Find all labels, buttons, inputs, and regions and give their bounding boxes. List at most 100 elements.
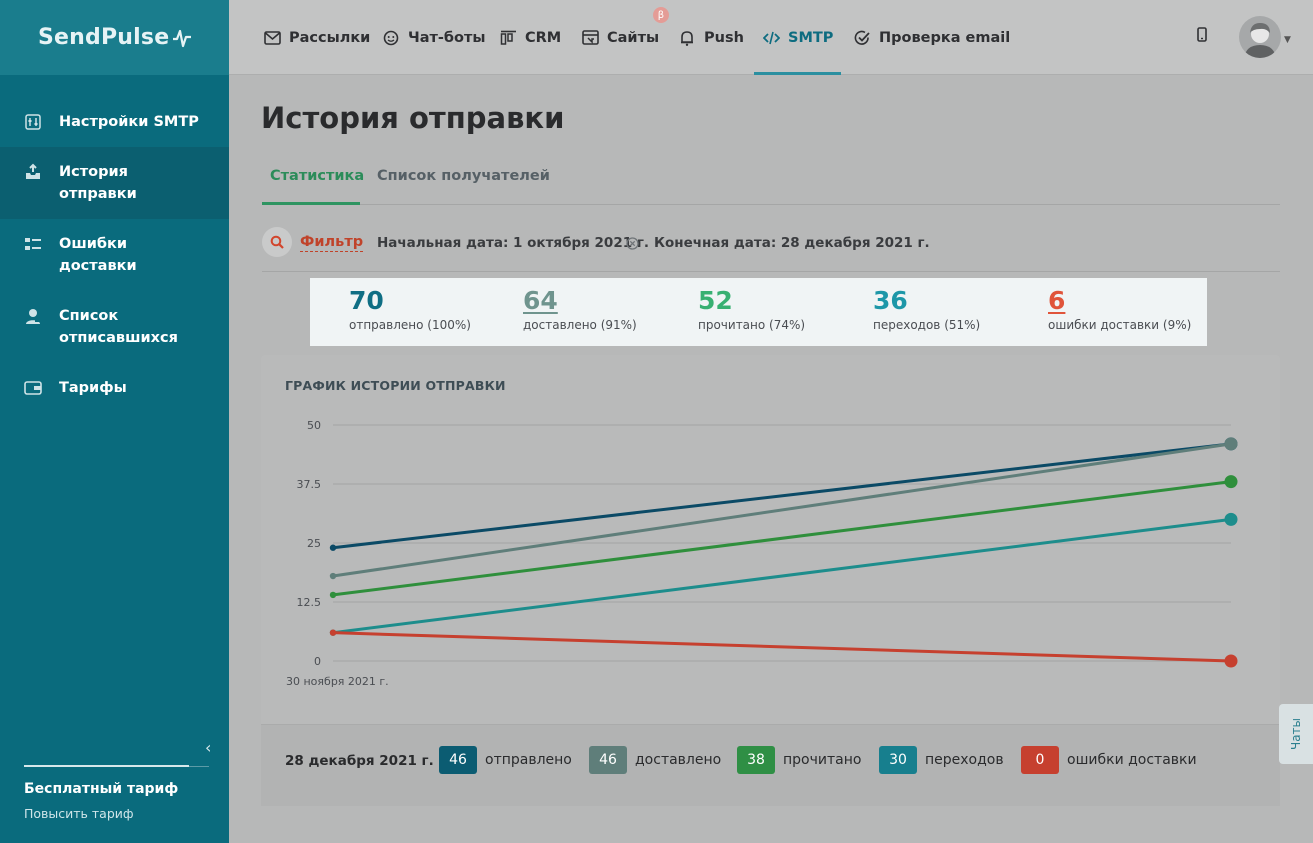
stat-value: 70 [349, 286, 384, 315]
search-icon [270, 235, 284, 249]
start-date: Начальная дата: 1 октября 2021 г. [377, 235, 649, 251]
sidebar-nav: Настройки SMTP История отправки Ошибки д… [0, 97, 229, 413]
nav-smtp[interactable]: SMTP [753, 0, 842, 75]
nav-label: Чат-боты [408, 29, 486, 46]
error-list-icon [24, 235, 42, 253]
user-avatar[interactable] [1239, 16, 1281, 58]
nav-sites[interactable]: Сайты [581, 0, 659, 75]
website-icon [581, 29, 599, 47]
stat-delivered[interactable]: 64 доставлено (91%) [523, 286, 637, 332]
upgrade-plan-link[interactable]: Повысить тариф [24, 806, 134, 821]
sidebar-item-delivery-errors[interactable]: Ошибки доставки [0, 219, 229, 291]
legend-item-errors[interactable]: 0 ошибки доставки [1021, 746, 1197, 774]
sidebar-item-smtp-settings[interactable]: Настройки SMTP [0, 97, 229, 147]
sidebar-item-label: Настройки SMTP [59, 114, 199, 130]
legend-label: прочитано [783, 752, 862, 768]
y-tick-label: 50 [307, 419, 321, 432]
legend-badge: 30 [879, 746, 917, 774]
nav-label: Рассылки [289, 29, 371, 46]
sliders-icon [24, 113, 42, 131]
clear-date-icon[interactable] [626, 235, 639, 254]
stat-errors[interactable]: 6 ошибки доставки (9%) [1048, 286, 1191, 332]
sidebar: SendPulse Настройки SMTP История отправк… [0, 0, 229, 843]
stat-value: 64 [523, 286, 558, 315]
tab-statistics[interactable]: Статистика [270, 168, 364, 184]
nav-label: Сайты [607, 29, 660, 46]
active-tab-indicator [262, 202, 360, 205]
sidebar-item-label: Тарифы [59, 380, 127, 396]
wallet-icon [24, 379, 42, 397]
code-icon [762, 29, 780, 47]
nav-mailings[interactable]: Рассылки [263, 0, 370, 75]
nav-label: SMTP [788, 29, 834, 46]
data-point[interactable] [1224, 475, 1238, 489]
nav-chatbots[interactable]: Чат-боты [382, 0, 486, 75]
chevron-down-icon[interactable]: ▼ [1284, 35, 1291, 45]
data-point[interactable] [329, 572, 337, 580]
x-tick-label: 30 ноября 2021 г. [286, 675, 389, 688]
legend-item-sent[interactable]: 46 отправлено [439, 746, 572, 774]
stat-label: ошибки доставки (9%) [1048, 318, 1192, 332]
sidebar-item-unsubscribed[interactable]: Список отписавшихся [0, 291, 229, 363]
legend-label: отправлено [485, 752, 572, 768]
filter-link[interactable]: Фильтр [300, 234, 364, 252]
end-date: Конечная дата: 28 декабря 2021 г. [654, 235, 930, 251]
data-point[interactable] [1224, 654, 1238, 668]
chart-legend: 28 декабря 2021 г. 46 отправлено 46 дост… [261, 724, 1280, 806]
legend-item-delivered[interactable]: 46 доставлено [589, 746, 721, 774]
series-line [332, 480, 1232, 597]
nav-crm[interactable]: CRM [499, 0, 561, 75]
stats-panel: 70 отправлено (100%) 64 доставлено (91%)… [310, 278, 1207, 346]
y-tick-label: 37.5 [297, 478, 322, 491]
beta-badge: β [653, 7, 669, 23]
sidebar-item-label: Список отписавшихся [59, 308, 178, 346]
collapse-sidebar-icon[interactable]: ‹ [205, 738, 211, 757]
legend-label: переходов [925, 752, 1004, 768]
sidebar-item-tariffs[interactable]: Тарифы [0, 363, 229, 413]
stat-label: прочитано (74%) [698, 318, 806, 332]
series-line [332, 442, 1232, 578]
stat-read: 52 прочитано (74%) [698, 286, 805, 332]
sendpulse-logo[interactable]: SendPulse [0, 0, 229, 75]
legend-label: доставлено [635, 752, 722, 768]
tabs: Статистика Список получателей [262, 160, 1280, 205]
nav-label: CRM [525, 29, 562, 46]
legend-badge: 46 [439, 746, 477, 774]
stat-value: 6 [1048, 286, 1066, 315]
inbox-upload-icon [24, 163, 42, 181]
stat-clicks: 36 переходов (51%) [873, 286, 980, 332]
top-nav: Рассылки Чат-боты CRM Сайты β Push SMTP … [229, 0, 1313, 75]
tab-recipients[interactable]: Список получателей [377, 168, 550, 184]
filter-search-button[interactable] [262, 227, 292, 257]
series-line [332, 442, 1232, 550]
legend-item-read[interactable]: 38 прочитано [737, 746, 861, 774]
data-point[interactable] [329, 544, 337, 551]
data-point[interactable] [329, 591, 337, 599]
legend-label: ошибки доставки [1067, 752, 1197, 768]
nav-email-verification[interactable]: Проверка email [853, 0, 1010, 75]
plan-name: Бесплатный тариф [24, 781, 179, 797]
legend-item-clicks[interactable]: 30 переходов [879, 746, 1004, 774]
chats-widget-tab[interactable]: Чаты [1279, 704, 1313, 764]
chatbot-icon [382, 29, 400, 47]
mobile-icon[interactable] [1197, 27, 1207, 46]
check-circle-icon [853, 29, 871, 47]
sidebar-item-send-history[interactable]: История отправки [0, 147, 229, 219]
nav-push[interactable]: Push [678, 0, 744, 75]
nav-label: Проверка email [879, 29, 1011, 46]
data-point[interactable] [329, 629, 337, 636]
stat-label: отправлено (100%) [349, 318, 471, 332]
series-line [332, 631, 1232, 663]
stat-label: переходов (51%) [873, 318, 981, 332]
legend-badge: 38 [737, 746, 775, 774]
stat-label: доставлено (91%) [523, 318, 637, 332]
data-point[interactable] [1224, 437, 1238, 451]
crm-icon [499, 29, 517, 47]
chart-card: ГРАФИК ИСТОРИИ ОТПРАВКИ 0 12.5 25 37.5 50 30 … [261, 355, 1280, 806]
stat-value: 52 [698, 286, 733, 315]
stat-value: 36 [873, 286, 908, 315]
pulse-icon [173, 29, 192, 47]
data-point[interactable] [1224, 512, 1238, 526]
sidebar-item-label: Ошибки доставки [59, 236, 137, 274]
user-minus-icon [24, 307, 42, 325]
